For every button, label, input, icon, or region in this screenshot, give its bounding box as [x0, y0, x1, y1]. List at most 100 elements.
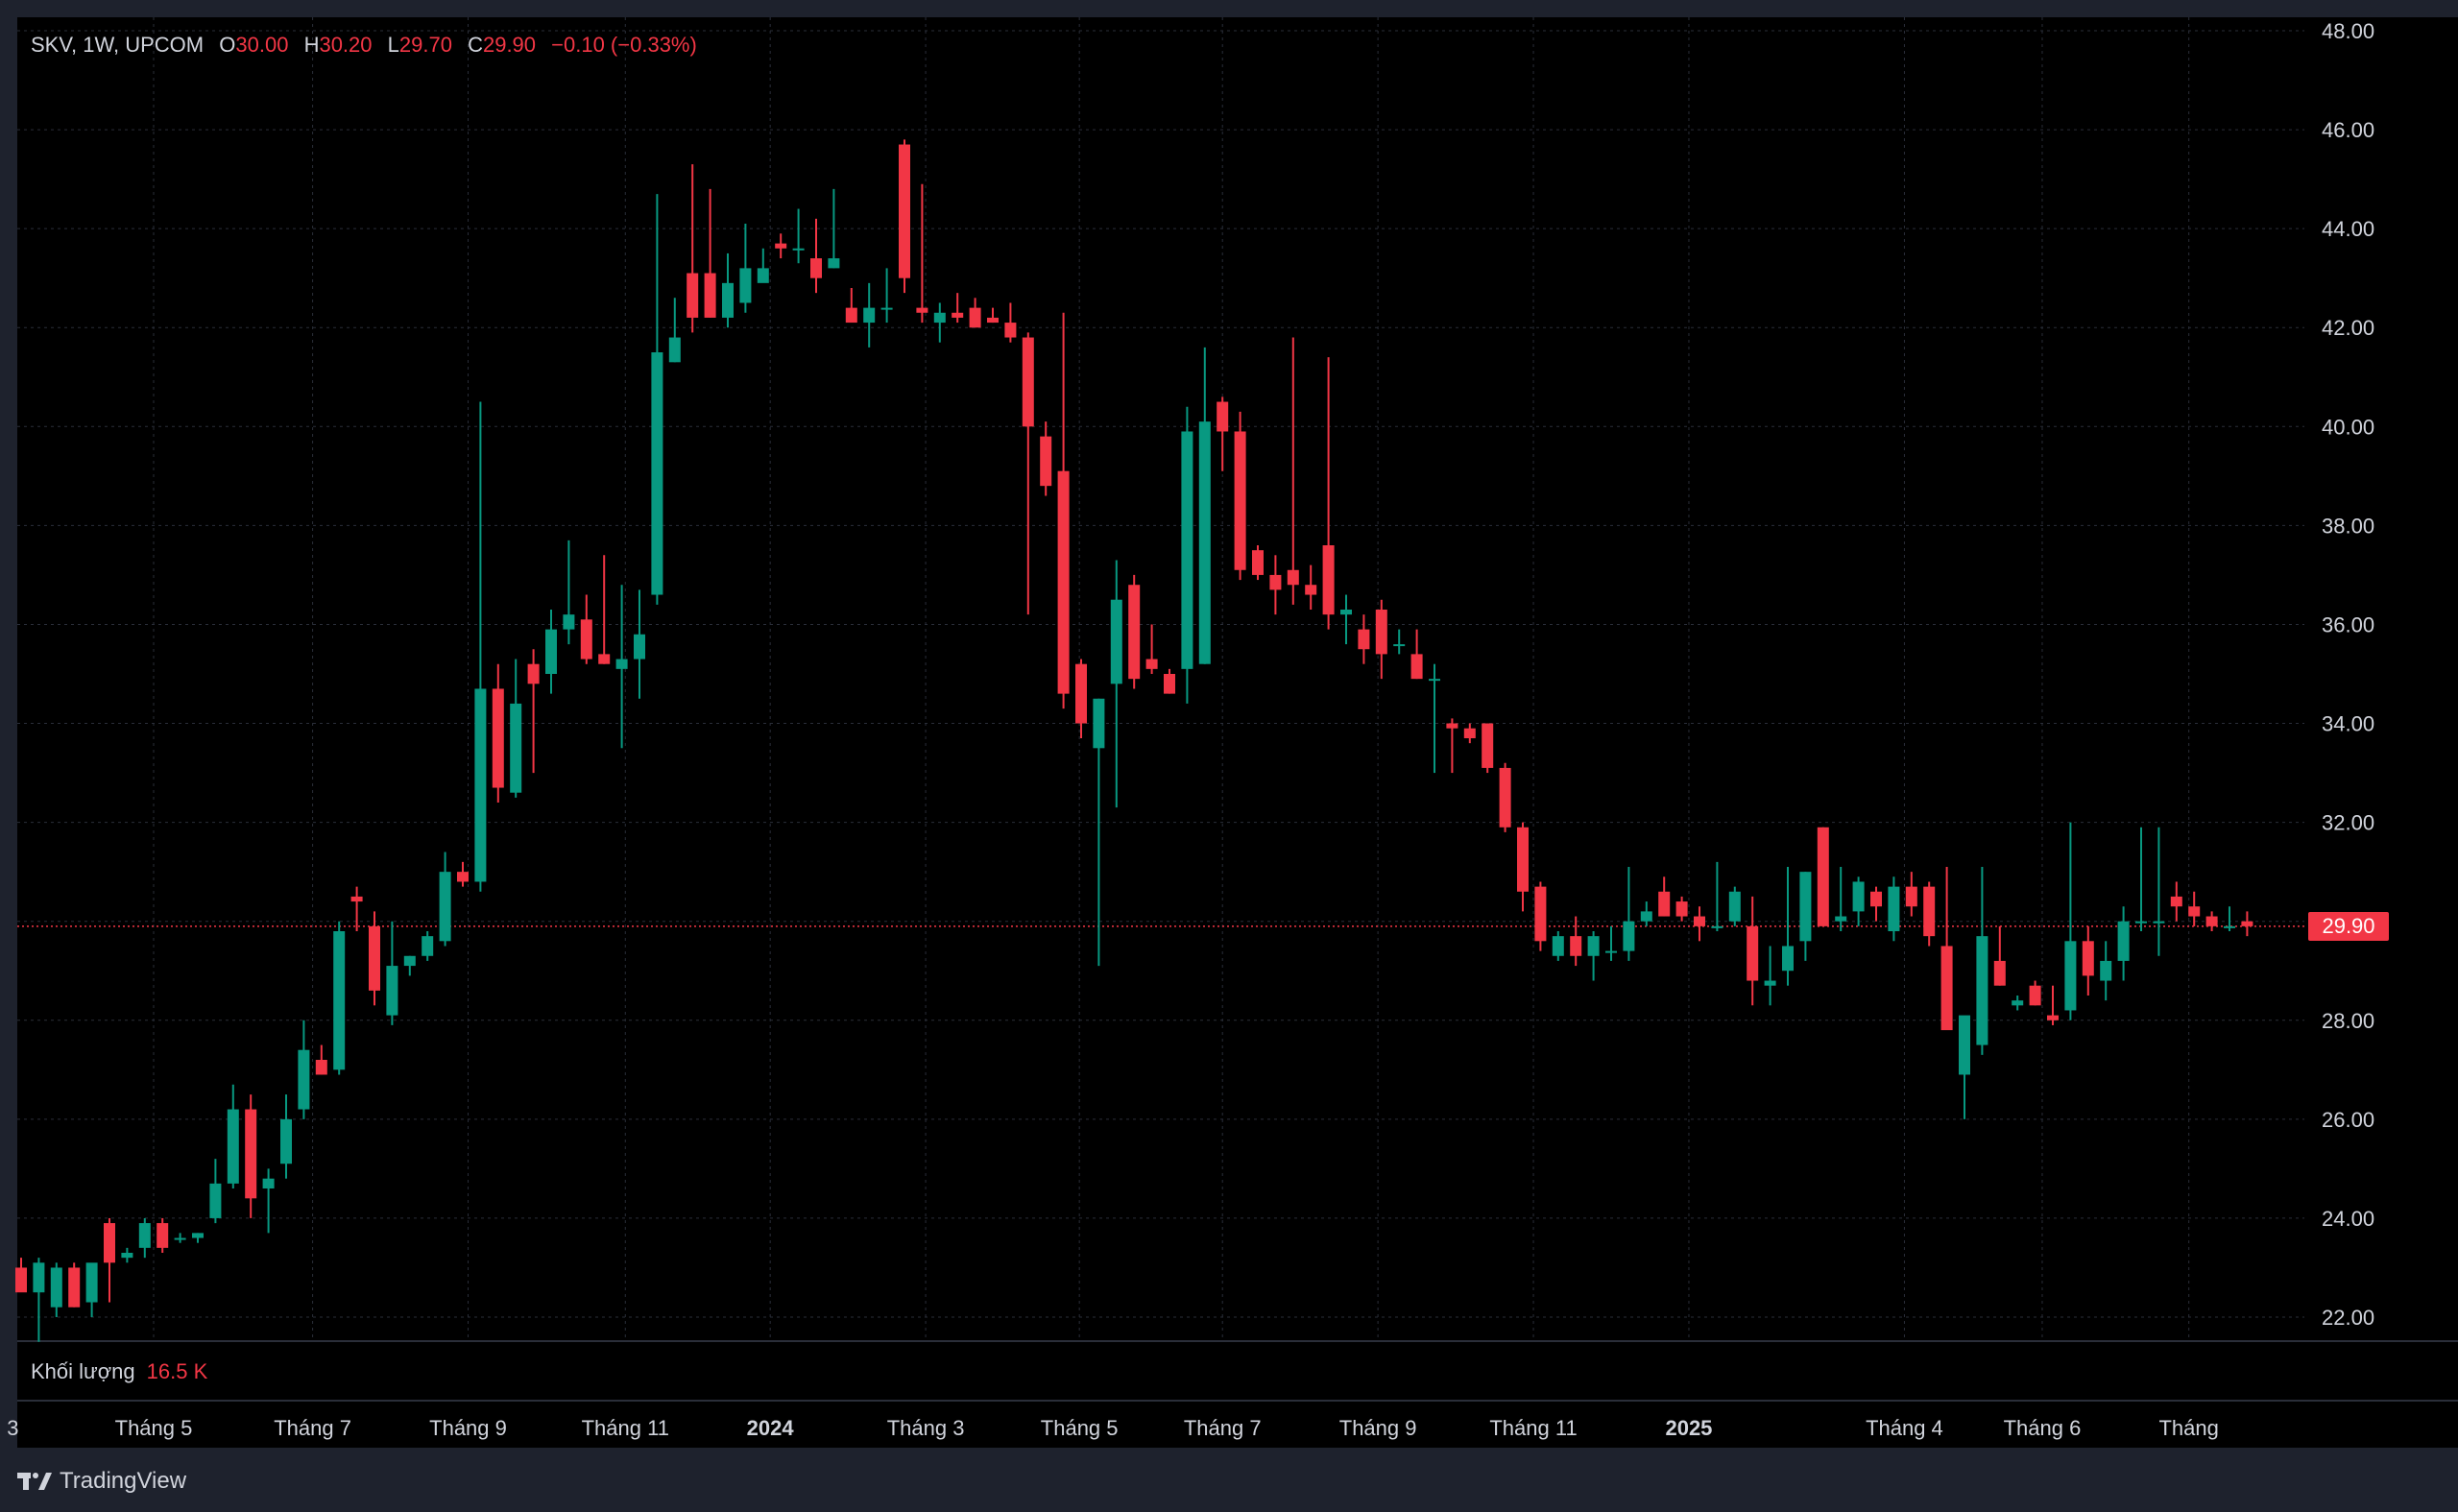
candle[interactable] [739, 224, 752, 313]
candle[interactable] [1410, 629, 1423, 680]
candle[interactable] [1322, 357, 1335, 630]
candle[interactable] [757, 248, 769, 283]
candle[interactable] [209, 1159, 222, 1224]
candle[interactable] [262, 1168, 275, 1234]
candle[interactable] [1145, 624, 1158, 674]
candle[interactable] [1905, 872, 1917, 917]
candle[interactable] [1764, 946, 1776, 1006]
candle[interactable] [138, 1217, 151, 1259]
candle[interactable] [439, 852, 451, 947]
candle[interactable] [687, 164, 699, 333]
candle[interactable] [845, 288, 857, 324]
candle[interactable] [1852, 876, 1865, 926]
candle[interactable] [1976, 867, 1988, 1055]
candle[interactable] [1605, 925, 1617, 961]
candle[interactable] [1728, 886, 1741, 926]
candle[interactable] [1658, 876, 1671, 917]
candle[interactable] [457, 861, 469, 887]
candle[interactable] [580, 594, 592, 664]
candle[interactable] [2029, 980, 2041, 1006]
candle[interactable] [1993, 925, 2006, 986]
candle[interactable] [2047, 985, 2059, 1025]
candle[interactable] [1517, 822, 1529, 912]
candle[interactable] [969, 298, 981, 328]
candle[interactable] [1747, 896, 1759, 1006]
candle[interactable] [1269, 555, 1282, 615]
candle[interactable] [1640, 901, 1652, 926]
candle[interactable] [68, 1262, 81, 1308]
candle[interactable] [2117, 906, 2130, 981]
candle[interactable] [899, 139, 910, 294]
candle[interactable] [1110, 560, 1122, 808]
candle[interactable] [298, 1020, 310, 1119]
candle[interactable] [916, 183, 928, 324]
candle[interactable] [1128, 574, 1141, 689]
candle[interactable] [1217, 396, 1229, 471]
candle[interactable] [1022, 332, 1034, 615]
candle[interactable] [1623, 867, 1635, 961]
candle[interactable] [722, 252, 734, 328]
candle[interactable] [987, 307, 999, 324]
candle[interactable] [2153, 827, 2165, 956]
candle[interactable] [792, 208, 805, 264]
candle[interactable] [104, 1217, 115, 1303]
candle[interactable] [634, 589, 645, 699]
candle[interactable] [1694, 906, 1705, 942]
candle[interactable] [651, 194, 663, 605]
candle[interactable] [192, 1233, 204, 1243]
candle[interactable] [1711, 861, 1723, 931]
candle[interactable] [704, 188, 716, 318]
candle[interactable] [1429, 663, 1440, 774]
candle[interactable] [863, 282, 876, 348]
candle[interactable] [1393, 629, 1406, 655]
candle[interactable] [492, 663, 504, 803]
candle[interactable] [598, 555, 611, 664]
candle[interactable] [1463, 723, 1476, 744]
tradingview-footer[interactable]: TradingView [17, 1465, 186, 1498]
candle[interactable] [386, 921, 398, 1025]
candle[interactable] [1587, 931, 1600, 981]
candle[interactable] [1181, 406, 1193, 704]
candle[interactable] [1675, 896, 1688, 922]
candle[interactable] [2241, 911, 2253, 937]
candle[interactable] [121, 1247, 133, 1263]
candle[interactable] [1198, 347, 1211, 664]
candle[interactable] [1234, 411, 1246, 581]
candle[interactable] [1446, 718, 1458, 774]
candle[interactable] [85, 1262, 98, 1317]
candle[interactable] [1534, 881, 1547, 951]
candle[interactable] [2170, 881, 2182, 922]
candle[interactable] [1375, 599, 1387, 680]
candle[interactable] [1940, 867, 1953, 1031]
candle[interactable] [1959, 1015, 1970, 1119]
candle[interactable] [510, 659, 522, 798]
candle[interactable] [810, 218, 822, 294]
candle[interactable] [952, 293, 964, 324]
candle[interactable] [2135, 827, 2147, 931]
volume-legend[interactable]: Khối lượng 16.5 K [31, 1359, 207, 1384]
candle[interactable] [2224, 906, 2235, 931]
candle[interactable] [403, 955, 416, 976]
candle[interactable] [1075, 659, 1087, 738]
candle[interactable] [1287, 337, 1299, 605]
candle[interactable] [1482, 723, 1494, 774]
candle[interactable] [1057, 312, 1070, 709]
candle[interactable] [1252, 545, 1264, 581]
symbol-label[interactable]: SKV, 1W, UPCOM [31, 33, 204, 57]
candle[interactable] [245, 1094, 257, 1218]
candle[interactable] [2205, 911, 2218, 931]
candle[interactable] [1164, 668, 1175, 694]
candle[interactable] [2100, 941, 2112, 1001]
candle[interactable] [350, 886, 363, 931]
candle[interactable] [50, 1262, 62, 1317]
candle[interactable] [1782, 867, 1794, 986]
candle[interactable] [1870, 886, 1882, 922]
candle[interactable] [333, 921, 346, 1075]
candle[interactable] [1888, 876, 1900, 942]
candle[interactable] [1340, 594, 1352, 645]
candle[interactable] [545, 610, 557, 694]
candle[interactable] [1817, 827, 1829, 926]
candle[interactable] [1799, 872, 1812, 961]
candle[interactable] [1835, 867, 1847, 931]
candle[interactable] [880, 268, 893, 324]
